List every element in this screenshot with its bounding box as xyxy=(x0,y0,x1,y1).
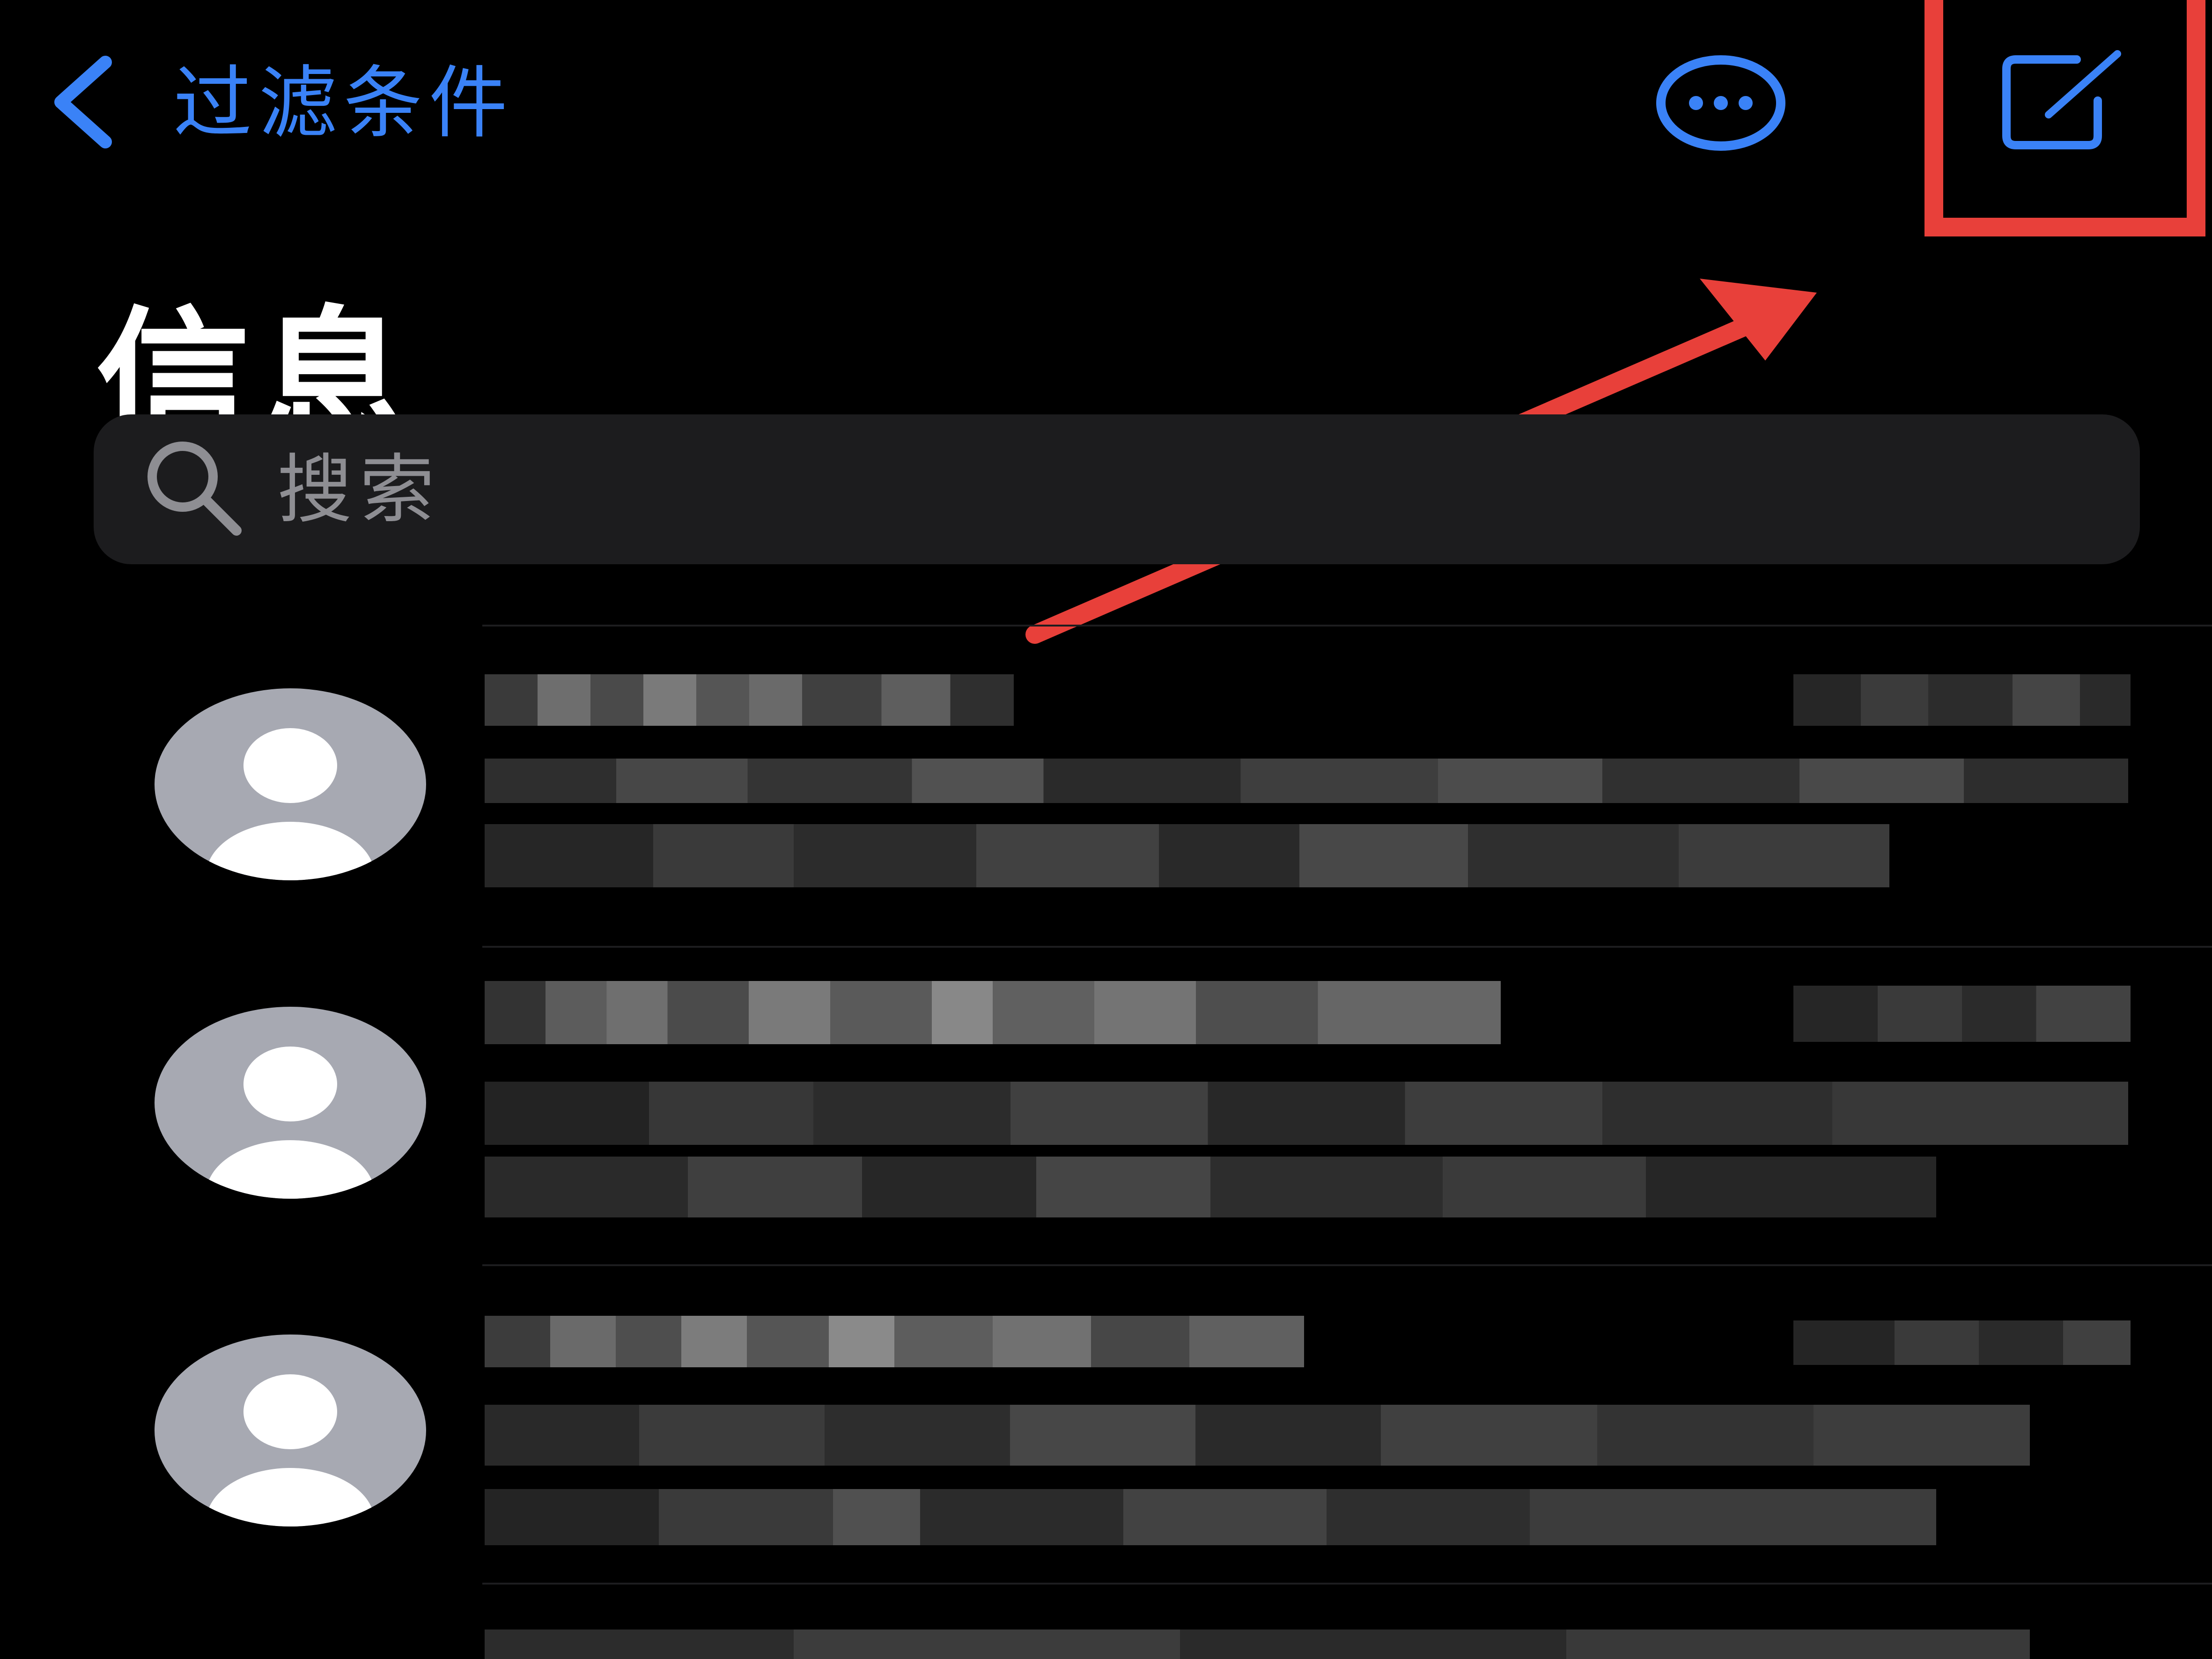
compose-icon xyxy=(1995,50,2135,159)
redacted-timestamp xyxy=(1793,986,2131,1042)
redacted-message-preview xyxy=(485,1082,2128,1145)
search-input[interactable] xyxy=(276,433,2140,546)
person-placeholder-icon xyxy=(155,1335,426,1526)
search-icon xyxy=(140,435,248,544)
back-label: 过滤条件 xyxy=(173,57,514,149)
chevron-left-icon xyxy=(47,55,122,151)
conversation-item[interactable] xyxy=(0,651,2212,969)
conversation-item[interactable] xyxy=(0,1288,2212,1606)
person-placeholder-icon xyxy=(155,688,426,880)
compose-button[interactable] xyxy=(1995,44,2135,157)
redacted-contact-name xyxy=(485,674,1014,726)
redacted-message-preview xyxy=(485,1157,1936,1217)
redacted-message-preview xyxy=(485,1405,2030,1466)
back-button[interactable]: 过滤条件 xyxy=(47,52,514,155)
redacted-timestamp xyxy=(1793,1320,2131,1365)
ellipsis-circle-icon xyxy=(1653,55,1789,154)
list-divider xyxy=(482,625,2212,627)
redacted-timestamp xyxy=(1793,674,2131,726)
list-divider xyxy=(482,1583,2212,1585)
redacted-contact-name xyxy=(485,981,1501,1044)
search-bar[interactable] xyxy=(94,414,2140,564)
redacted-contact-name xyxy=(485,1316,1304,1367)
redacted-message-preview xyxy=(485,759,2128,803)
list-divider xyxy=(482,946,2212,948)
conversation-list xyxy=(0,623,2212,1659)
conversation-item[interactable] xyxy=(0,960,2212,1278)
partial-conversation-item xyxy=(485,1630,2030,1659)
redacted-message-preview xyxy=(485,1489,1936,1545)
list-divider xyxy=(482,1264,2212,1266)
messages-screen: 过滤条件 信息 xyxy=(0,0,2212,1659)
redacted-message-preview xyxy=(485,824,1889,887)
more-options-button[interactable] xyxy=(1653,54,1789,152)
person-placeholder-icon xyxy=(155,1007,426,1199)
